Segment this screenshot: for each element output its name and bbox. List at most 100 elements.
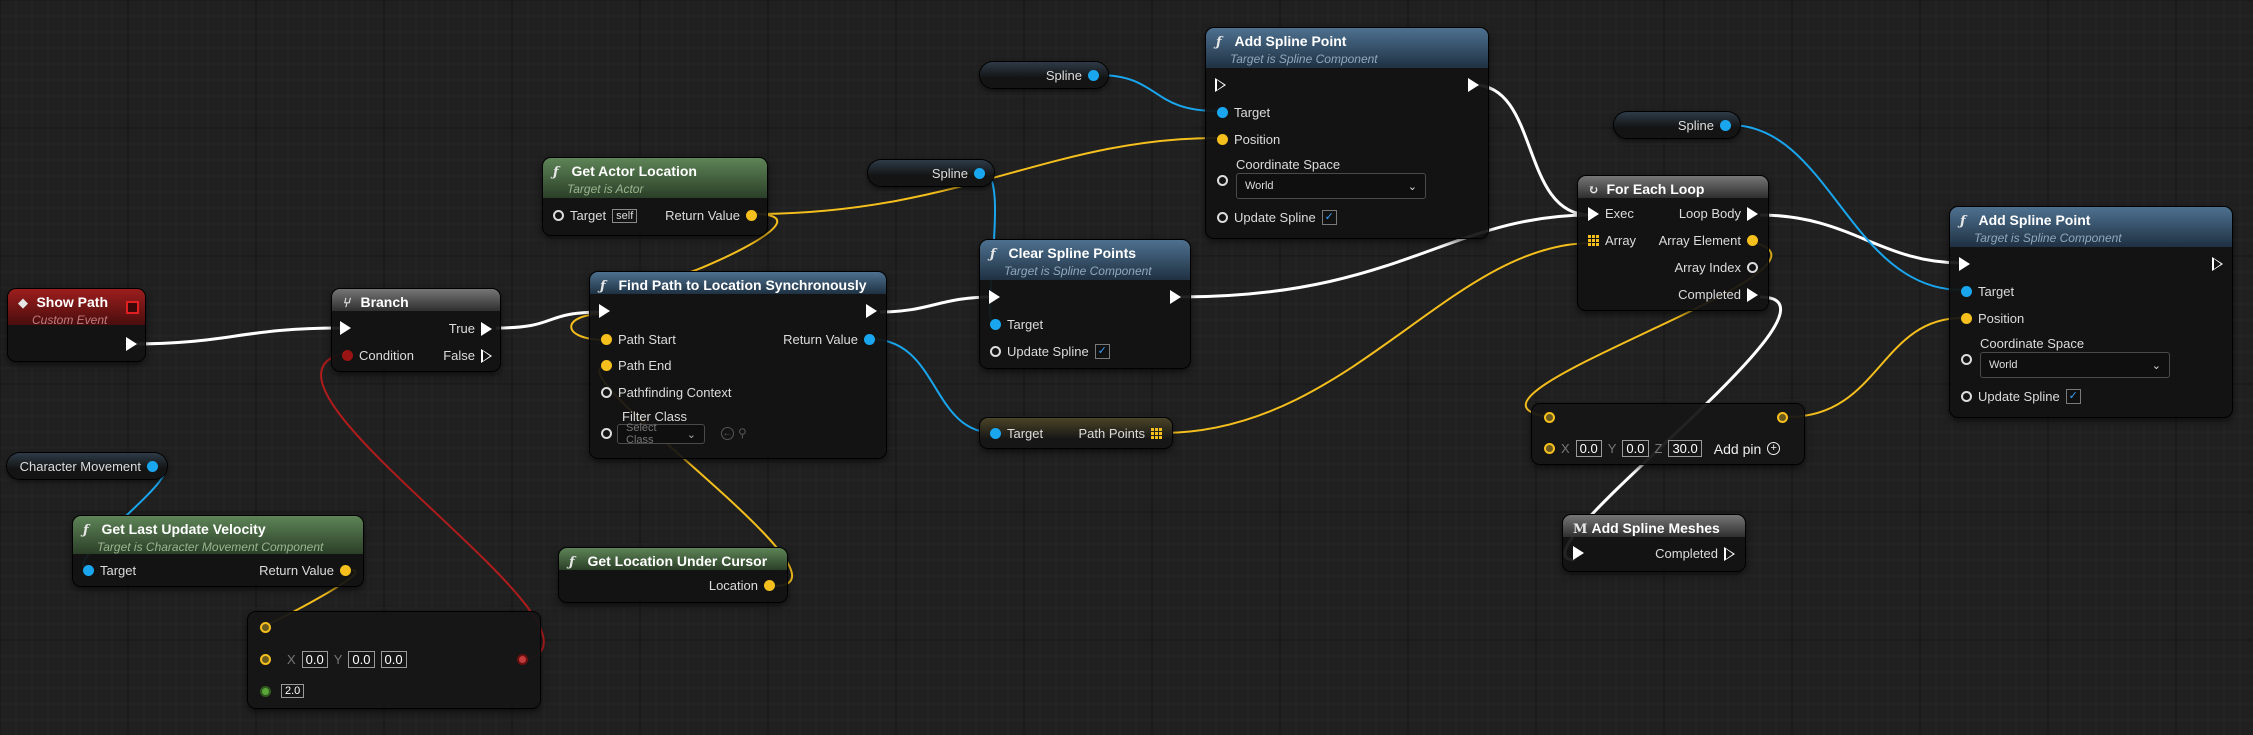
array-pin[interactable] [1588,235,1599,246]
update-spline-checkbox[interactable]: ✓ [1321,210,1337,225]
path-end-pin[interactable] [601,360,612,371]
get-last-update-velocity-node[interactable]: ƒ Get Last Update Velocity Target is Cha… [73,516,363,586]
path-start-label: Path Start [618,332,676,347]
search-icon[interactable]: ⚲ [738,426,747,440]
z-value-field[interactable]: 30.0 [1668,440,1702,457]
spline-variable-node[interactable]: Spline [980,62,1108,88]
variable-label: Spline [1045,67,1082,83]
vector-input-pin[interactable] [260,622,271,633]
target-pin[interactable] [553,210,564,221]
y-value-field[interactable]: 0.0 [1622,440,1649,457]
coordinate-space-dropdown[interactable]: World ⌄ [1236,173,1426,199]
character-movement-variable-node[interactable]: Character Movement [7,453,167,479]
vector-input-pin[interactable] [1544,443,1555,454]
condition-pin[interactable] [342,350,353,361]
target-pin[interactable] [990,319,1001,330]
target-pin[interactable] [990,428,1001,439]
x-value-field[interactable]: 0.0 [301,651,328,668]
blueprint-graph-canvas[interactable]: ◆ Show Path Custom Event ⑂ Branch Condit… [0,0,2253,735]
target-pin[interactable] [83,565,94,576]
update-spline-checkbox[interactable]: ✓ [2065,389,2081,404]
false-exec-pin[interactable] [481,348,492,363]
exec-out-pin[interactable] [2212,257,2223,271]
exec-in-pin[interactable] [1215,78,1226,92]
coordinate-space-pin[interactable] [1217,175,1228,186]
position-pin[interactable] [1217,134,1228,145]
find-path-node[interactable]: ƒ Find Path to Location Synchronously Pa… [590,272,886,458]
position-pin[interactable] [1961,313,1972,324]
return-value-pin[interactable] [340,565,351,576]
vector-math-node[interactable]: X 0.0 Y 0.0 0.0 2.0 [248,612,540,708]
exec-in-pin[interactable] [599,304,610,318]
exec-in-pin[interactable] [1959,257,1970,271]
exec-out-pin[interactable] [1468,78,1479,92]
exec-out-pin[interactable] [126,337,137,351]
exec-in-pin[interactable] [340,321,351,335]
array-element-pin[interactable] [1747,235,1758,246]
update-spline-pin[interactable] [1961,391,1972,402]
coordinate-space-pin[interactable] [1961,354,1972,365]
return-value-pin[interactable] [864,334,875,345]
float-value-field[interactable]: 2.0 [281,684,305,698]
exec-out-pin[interactable] [866,304,877,318]
show-path-event-node[interactable]: ◆ Show Path Custom Event [8,289,145,361]
add-pin-label[interactable]: Add pin [1714,441,1761,457]
completed-pin[interactable] [1724,546,1735,561]
location-pin[interactable] [764,580,775,591]
exec-in-pin[interactable] [1573,546,1584,560]
browse-icon[interactable]: ← [721,427,734,440]
path-points-array-pin[interactable] [1151,428,1162,439]
exec-in-pin[interactable] [989,290,1000,304]
coordinate-space-label: Coordinate Space [1980,336,2085,351]
target-label: Target [1978,284,2015,299]
spline-out-pin[interactable] [974,167,985,179]
exec-out-pin[interactable] [1170,290,1181,304]
coordinate-space-dropdown[interactable]: World ⌄ [1980,352,2170,378]
vector-input-pin[interactable] [260,654,271,665]
spline-variable-node[interactable]: Spline [1614,112,1740,138]
for-each-loop-node[interactable]: ↻ For Each Loop Exec Array Loop Body Arr… [1578,176,1768,310]
completed-pin[interactable] [1747,287,1758,302]
update-spline-pin[interactable] [990,346,1001,357]
get-location-under-cursor-node[interactable]: ƒ Get Location Under Cursor Location [559,548,787,602]
update-spline-pin[interactable] [1217,212,1228,223]
path-start-pin[interactable] [601,334,612,345]
spline-variable-node[interactable]: Spline [868,160,994,186]
delegate-pin-icon[interactable] [126,301,139,314]
character-movement-out-pin[interactable] [147,460,158,472]
select-class-dropdown[interactable]: Select Class ⌄ [617,422,705,446]
clear-spline-points-node[interactable]: ƒ Clear Spline Points Target is Spline C… [980,240,1190,368]
target-pin[interactable] [1961,286,1972,297]
path-points-node[interactable]: Target Path Points [980,418,1172,448]
loop-body-pin[interactable] [1747,206,1758,221]
array-element-label: Array Element [1658,233,1741,248]
node-title: Get Location Under Cursor [587,553,768,569]
spline-out-pin[interactable] [1088,69,1099,81]
pathfinding-context-pin[interactable] [601,387,612,398]
output-pin[interactable] [1777,412,1788,423]
add-spline-meshes-node[interactable]: M Add Spline Meshes Completed [1563,515,1745,571]
add-spline-point-node[interactable]: ƒ Add Spline Point Target is Spline Comp… [1950,207,2232,417]
float-input-pin[interactable] [260,685,271,697]
make-vector-node[interactable]: X 0.0 Y 0.0 Z 30.0 Add pin + [1532,404,1804,464]
true-exec-pin[interactable] [481,321,492,336]
filter-class-pin[interactable] [601,428,612,439]
y-value-field[interactable]: 0.0 [348,651,375,668]
get-actor-location-node[interactable]: ƒ Get Actor Location Target is Actor Tar… [543,158,767,235]
exec-in-pin[interactable] [1588,206,1599,221]
target-pin[interactable] [1217,107,1228,118]
path-end-label: Path End [618,358,672,373]
bool-output-pin[interactable] [517,654,528,665]
add-pin-icon[interactable]: + [1767,442,1781,455]
self-default-value[interactable]: self [612,208,638,223]
z-value-field[interactable]: 0.0 [380,651,407,668]
branch-node[interactable]: ⑂ Branch Condition True False [332,289,500,371]
spline-out-pin[interactable] [1720,119,1731,131]
array-index-pin[interactable] [1747,262,1758,273]
chevron-down-icon: ⌄ [1407,180,1417,193]
x-value-field[interactable]: 0.0 [1575,440,1602,457]
return-value-pin[interactable] [746,210,757,221]
input-pin[interactable] [1544,412,1555,423]
add-spline-point-node[interactable]: ƒ Add Spline Point Target is Spline Comp… [1206,28,1488,238]
update-spline-checkbox[interactable]: ✓ [1094,344,1110,359]
